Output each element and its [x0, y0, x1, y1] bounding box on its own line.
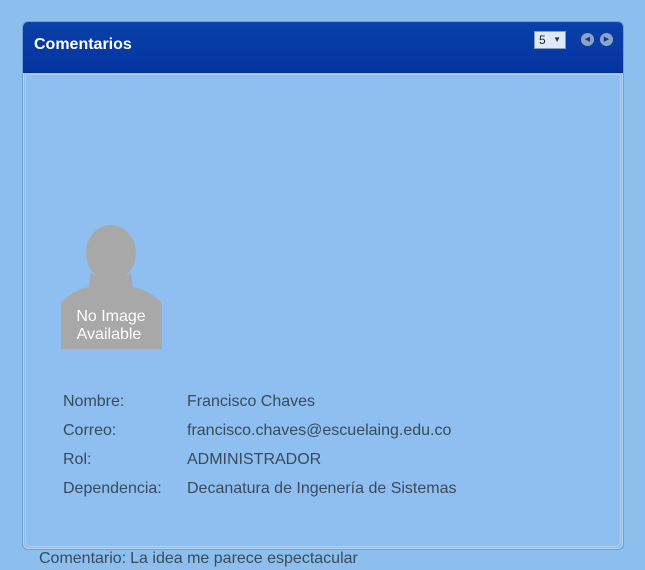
page-size-select[interactable]: 5 ▼: [534, 31, 566, 49]
dropdown-arrow-icon: ▼: [553, 35, 561, 44]
name-label: Nombre:: [63, 393, 125, 410]
role-value: ADMINISTRADOR: [187, 451, 322, 468]
next-arrow-icon: ▶: [603, 36, 610, 43]
comment-label: Comentario:: [39, 550, 127, 567]
comment-text: La idea me parece espectacular: [130, 550, 358, 567]
role-label: Rol:: [63, 451, 92, 468]
comment-row: Comentario: La idea me parece espectacula…: [39, 550, 358, 568]
page-size-value: 5: [539, 33, 546, 47]
panel-header: Comentarios 5 ▼ ◀ ▶: [23, 22, 623, 73]
email-label: Correo:: [63, 422, 117, 439]
prev-arrow-icon: ◀: [584, 36, 591, 43]
comments-panel: Comentarios 5 ▼ ◀ ▶ No Image Available N…: [22, 21, 624, 567]
email-value: francisco.chaves@escuelaing.edu.co: [187, 422, 452, 439]
department-label: Dependencia:: [63, 480, 162, 497]
avatar-text-line2: Available: [77, 326, 142, 343]
panel-title: Comentarios: [34, 36, 132, 53]
user-avatar: No Image Available: [61, 225, 162, 349]
name-value: Francisco Chaves: [187, 393, 316, 410]
next-page-button[interactable]: ▶: [600, 33, 613, 46]
prev-page-button[interactable]: ◀: [581, 33, 594, 46]
comment-content: No Image Available Nombre: Francisco Cha…: [25, 74, 621, 567]
avatar-text-line1: No Image: [76, 308, 145, 325]
department-value: Decanatura de Ingenería de Sistemas: [187, 480, 457, 497]
